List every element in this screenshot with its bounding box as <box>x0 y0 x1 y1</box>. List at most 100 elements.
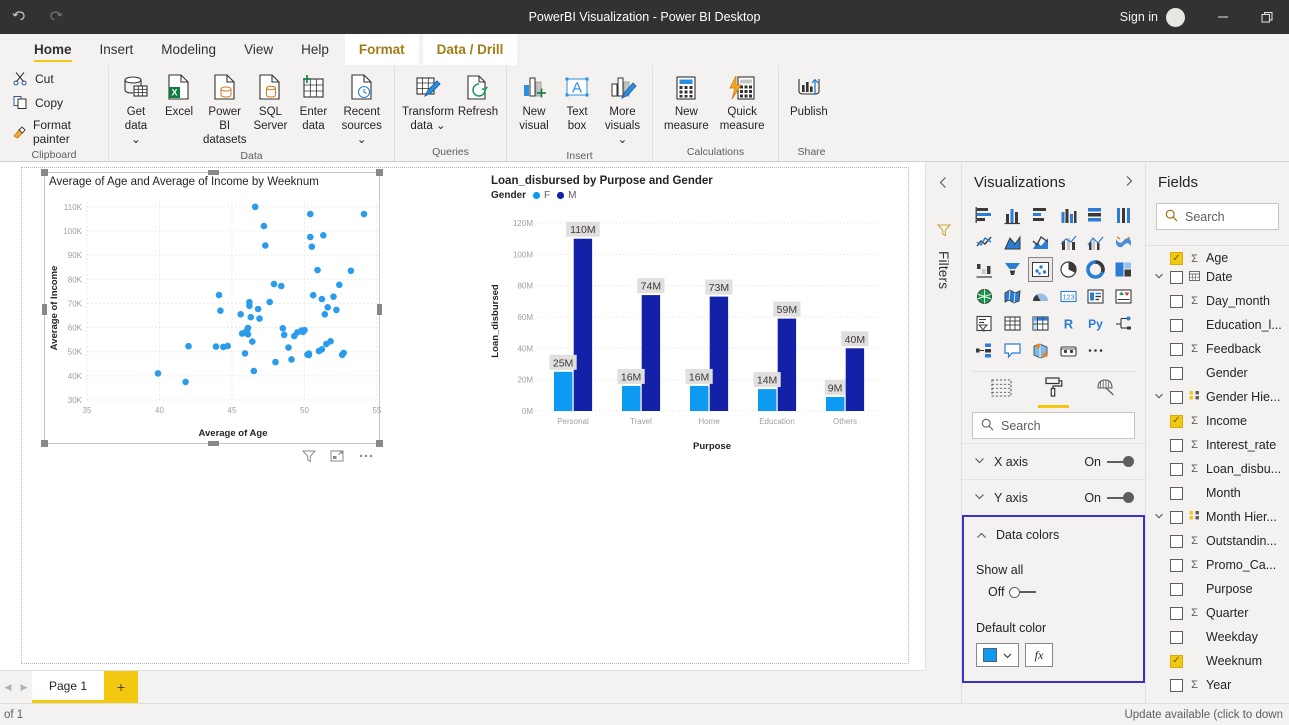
field-checkbox[interactable] <box>1170 295 1183 308</box>
viz-type-pie-chart[interactable] <box>1056 257 1081 282</box>
field-checkbox[interactable] <box>1170 559 1183 572</box>
legend-item-m[interactable]: M <box>556 190 576 201</box>
field-row[interactable]: ΣIncome <box>1146 409 1289 433</box>
viz-type-stacked-bar-chart[interactable] <box>972 203 997 228</box>
viz-type-decomposition-tree[interactable] <box>1111 311 1136 336</box>
fx-button[interactable]: fx <box>1025 643 1053 667</box>
field-row[interactable]: ΣInterest_rate <box>1146 433 1289 457</box>
minimize-button[interactable] <box>1201 0 1245 34</box>
filters-pane-collapsed[interactable]: Filters <box>925 162 961 670</box>
field-checkbox[interactable] <box>1170 487 1183 500</box>
quick-measure-button[interactable]: Quick measure <box>715 69 770 137</box>
field-row[interactable]: Gender <box>1146 361 1289 385</box>
viz-type-waterfall-chart[interactable] <box>972 257 997 282</box>
page-prev-icon[interactable]: ◀ <box>0 671 16 703</box>
new-visual-button[interactable]: New visual <box>513 69 555 137</box>
field-row[interactable]: Month <box>1146 481 1289 505</box>
field-checkbox[interactable] <box>1170 535 1183 548</box>
cut-button[interactable]: Cut <box>6 67 60 90</box>
tab-help[interactable]: Help <box>287 34 343 65</box>
chevron-right-icon[interactable] <box>1123 175 1135 190</box>
field-checkbox[interactable] <box>1170 343 1183 356</box>
publish-button[interactable]: Publish <box>785 69 833 123</box>
viz-type-line-clustered-column-chart[interactable] <box>1083 230 1108 255</box>
field-checkbox[interactable] <box>1170 415 1183 428</box>
more-visuals-button[interactable]: More visuals ⌄ <box>599 69 646 150</box>
viz-type-area-chart[interactable] <box>1000 230 1025 255</box>
field-row[interactable]: Purpose <box>1146 577 1289 601</box>
tab-home[interactable]: Home <box>20 34 86 65</box>
y-axis-toggle[interactable]: On <box>1084 491 1133 505</box>
get-data-button[interactable]: Get data ⌄ <box>115 69 157 150</box>
transform-data-button[interactable]: Transform data ⌄ <box>401 69 455 137</box>
enter-data-button[interactable]: Enter data <box>292 69 334 137</box>
viz-type-filled-map-chart[interactable] <box>1000 284 1025 309</box>
page-next-icon[interactable]: ▶ <box>16 671 32 703</box>
text-box-button[interactable]: A Text box <box>556 69 598 137</box>
powerbi-datasets-button[interactable]: Power BI datasets <box>201 69 248 150</box>
viz-type-scatter-chart[interactable] <box>1028 257 1053 282</box>
copy-button[interactable]: Copy <box>6 91 69 114</box>
field-checkbox[interactable] <box>1170 439 1183 452</box>
viz-type-card-visual[interactable]: 123 <box>1056 284 1081 309</box>
viz-type-100-stacked-column-chart[interactable] <box>1111 203 1136 228</box>
format-search-input[interactable]: Search <box>972 412 1135 439</box>
field-row[interactable]: ΣLoan_disbu... <box>1146 457 1289 481</box>
viz-type-arcgis-map[interactable] <box>1028 338 1053 363</box>
field-checkbox[interactable] <box>1170 607 1183 620</box>
format-section-y-axis[interactable]: Y axis On <box>962 479 1145 515</box>
viz-type-stacked-column-chart[interactable] <box>1000 203 1025 228</box>
analytics-pane-tab[interactable] <box>1095 377 1116 408</box>
viz-type-slicer-visual[interactable] <box>972 311 997 336</box>
data-colors-header[interactable]: Data colors <box>964 517 1143 553</box>
viz-type-matrix-visual[interactable] <box>1028 311 1053 336</box>
tab-data-drill[interactable]: Data / Drill <box>423 34 518 65</box>
viz-type-line-stacked-column-chart[interactable] <box>1056 230 1081 255</box>
field-checkbox[interactable] <box>1170 631 1183 644</box>
viz-type-100-stacked-bar-chart[interactable] <box>1083 203 1108 228</box>
field-row[interactable]: ΣDay_month <box>1146 289 1289 313</box>
viz-type-python-visual[interactable]: Py <box>1083 311 1108 336</box>
viz-type-r-script-visual[interactable]: R <box>1056 311 1081 336</box>
chevron-left-icon[interactable] <box>937 176 950 194</box>
field-row[interactable]: ΣAge <box>1146 248 1289 265</box>
tab-view[interactable]: View <box>230 34 287 65</box>
field-checkbox[interactable] <box>1170 391 1183 404</box>
field-checkbox[interactable] <box>1170 655 1183 668</box>
undo-icon[interactable] <box>6 4 32 30</box>
bar-visual[interactable]: Loan_disbursed by Purpose and Gender Gen… <box>487 172 892 457</box>
field-checkbox[interactable] <box>1170 319 1183 332</box>
scatter-visual[interactable]: Average of Age and Average of Income by … <box>44 172 380 444</box>
viz-type-multi-row-card[interactable] <box>1083 284 1108 309</box>
page-tab-page-1[interactable]: Page 1 <box>32 671 104 703</box>
resize-handle-r[interactable] <box>377 304 382 315</box>
field-row[interactable]: ΣFeedback <box>1146 337 1289 361</box>
chevron-down-icon[interactable] <box>1152 391 1165 404</box>
field-row[interactable]: ΣYear <box>1146 673 1289 697</box>
format-pane-tab[interactable] <box>1043 377 1064 408</box>
update-available-link[interactable]: Update available (click to down <box>1124 709 1289 721</box>
focus-mode-icon[interactable] <box>330 449 344 463</box>
more-options-icon[interactable] <box>358 449 374 463</box>
field-row[interactable]: Weekday <box>1146 625 1289 649</box>
resize-handle-bl[interactable] <box>41 440 48 447</box>
viz-type-more-visuals-ellipsis[interactable] <box>1083 338 1108 363</box>
x-axis-toggle[interactable]: On <box>1084 455 1133 469</box>
viz-type-ribbon-chart[interactable] <box>1111 230 1136 255</box>
viz-type-donut-chart[interactable] <box>1083 257 1108 282</box>
field-checkbox[interactable] <box>1170 463 1183 476</box>
viz-type-gauge-chart[interactable] <box>1028 284 1053 309</box>
chevron-down-icon[interactable] <box>1152 511 1165 524</box>
legend-item-f[interactable]: F <box>532 190 550 201</box>
viz-type-clustered-column-chart[interactable] <box>1056 203 1081 228</box>
field-checkbox[interactable] <box>1170 679 1183 692</box>
field-checkbox[interactable] <box>1170 252 1183 265</box>
viz-type-clustered-bar-chart[interactable] <box>1028 203 1053 228</box>
field-checkbox[interactable] <box>1170 583 1183 596</box>
field-row[interactable]: ΣQuarter <box>1146 601 1289 625</box>
field-row[interactable]: Education_l... <box>1146 313 1289 337</box>
viz-type-stacked-area-chart[interactable] <box>1028 230 1053 255</box>
viz-type-kpi-visual[interactable] <box>1111 284 1136 309</box>
report-page[interactable]: Average of Age and Average of Income by … <box>21 167 909 664</box>
avatar[interactable] <box>1166 8 1185 27</box>
